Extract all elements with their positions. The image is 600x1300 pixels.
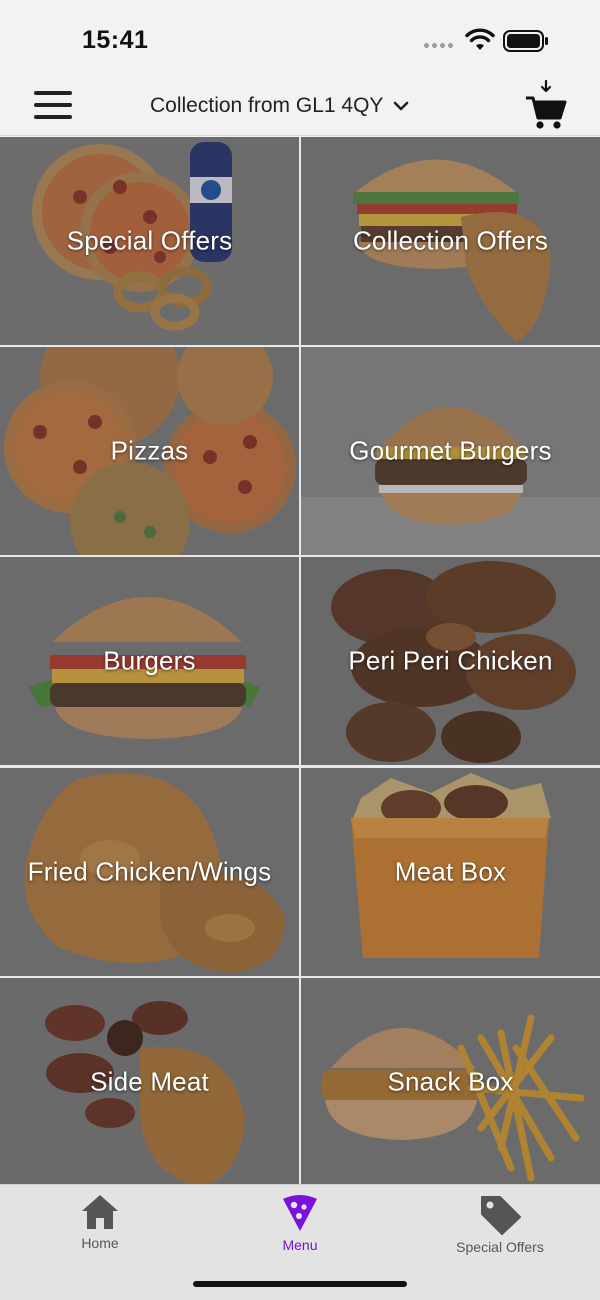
- category-label: Collection Offers: [352, 225, 549, 256]
- collection-location-dropdown[interactable]: Collection from GL1 4QY: [150, 90, 409, 122]
- cellular-signal-icon: [424, 43, 453, 48]
- battery-icon: [503, 30, 548, 52]
- tag-icon: [481, 1196, 521, 1235]
- category-tile-meat-box[interactable]: Meat Box: [301, 768, 600, 976]
- category-label: Burgers: [103, 645, 196, 676]
- home-icon: [82, 1195, 118, 1229]
- category-tile-fried-chicken-wings[interactable]: Fried Chicken/Wings: [0, 768, 299, 976]
- top-nav-bar: Collection from GL1 4QY: [0, 72, 600, 136]
- wifi-icon: [465, 28, 495, 50]
- category-label: Snack Box: [387, 1066, 514, 1097]
- tab-special-offers-label: Special Offers: [456, 1239, 544, 1255]
- category-tile-peri-peri-chicken[interactable]: Peri Peri Chicken: [301, 557, 600, 765]
- tab-special-offers[interactable]: Special Offers: [400, 1189, 600, 1259]
- tab-menu-label: Menu: [282, 1237, 318, 1253]
- category-tile-gourmet-burgers[interactable]: Gourmet Burgers: [301, 347, 600, 555]
- category-label: Side Meat: [90, 1066, 209, 1097]
- cart-icon: [526, 79, 567, 129]
- tab-home[interactable]: Home: [0, 1189, 200, 1259]
- category-tile-burgers[interactable]: Burgers: [0, 557, 299, 765]
- menu-category-grid: Special Offers Collection Offers Pizzas …: [0, 137, 600, 1186]
- category-tile-collection-offers[interactable]: Collection Offers: [301, 137, 600, 345]
- category-label: Fried Chicken/Wings: [27, 856, 272, 887]
- category-label: Peri Peri Chicken: [348, 645, 553, 676]
- category-label: Pizzas: [110, 435, 189, 466]
- category-label: Meat Box: [394, 856, 507, 887]
- status-time: 15:41: [82, 26, 149, 54]
- status-bar: 15:41: [0, 0, 600, 72]
- collection-location-label: Collection from GL1 4QY: [150, 94, 384, 117]
- tab-menu[interactable]: Menu: [200, 1189, 400, 1259]
- tab-home-label: Home: [81, 1235, 119, 1251]
- category-label: Special Offers: [66, 225, 233, 256]
- home-indicator: [193, 1281, 407, 1287]
- category-tile-special-offers[interactable]: Special Offers: [0, 137, 299, 345]
- cart-button[interactable]: [524, 78, 568, 132]
- category-tile-snack-box[interactable]: Snack Box: [301, 978, 600, 1186]
- category-tile-side-meat[interactable]: Side Meat: [0, 978, 299, 1186]
- pizza-slice-icon: [283, 1195, 317, 1231]
- hamburger-menu-button[interactable]: [34, 91, 72, 119]
- chevron-down-icon: [394, 101, 409, 111]
- category-tile-pizzas[interactable]: Pizzas: [0, 347, 299, 555]
- category-label: Gourmet Burgers: [349, 435, 552, 466]
